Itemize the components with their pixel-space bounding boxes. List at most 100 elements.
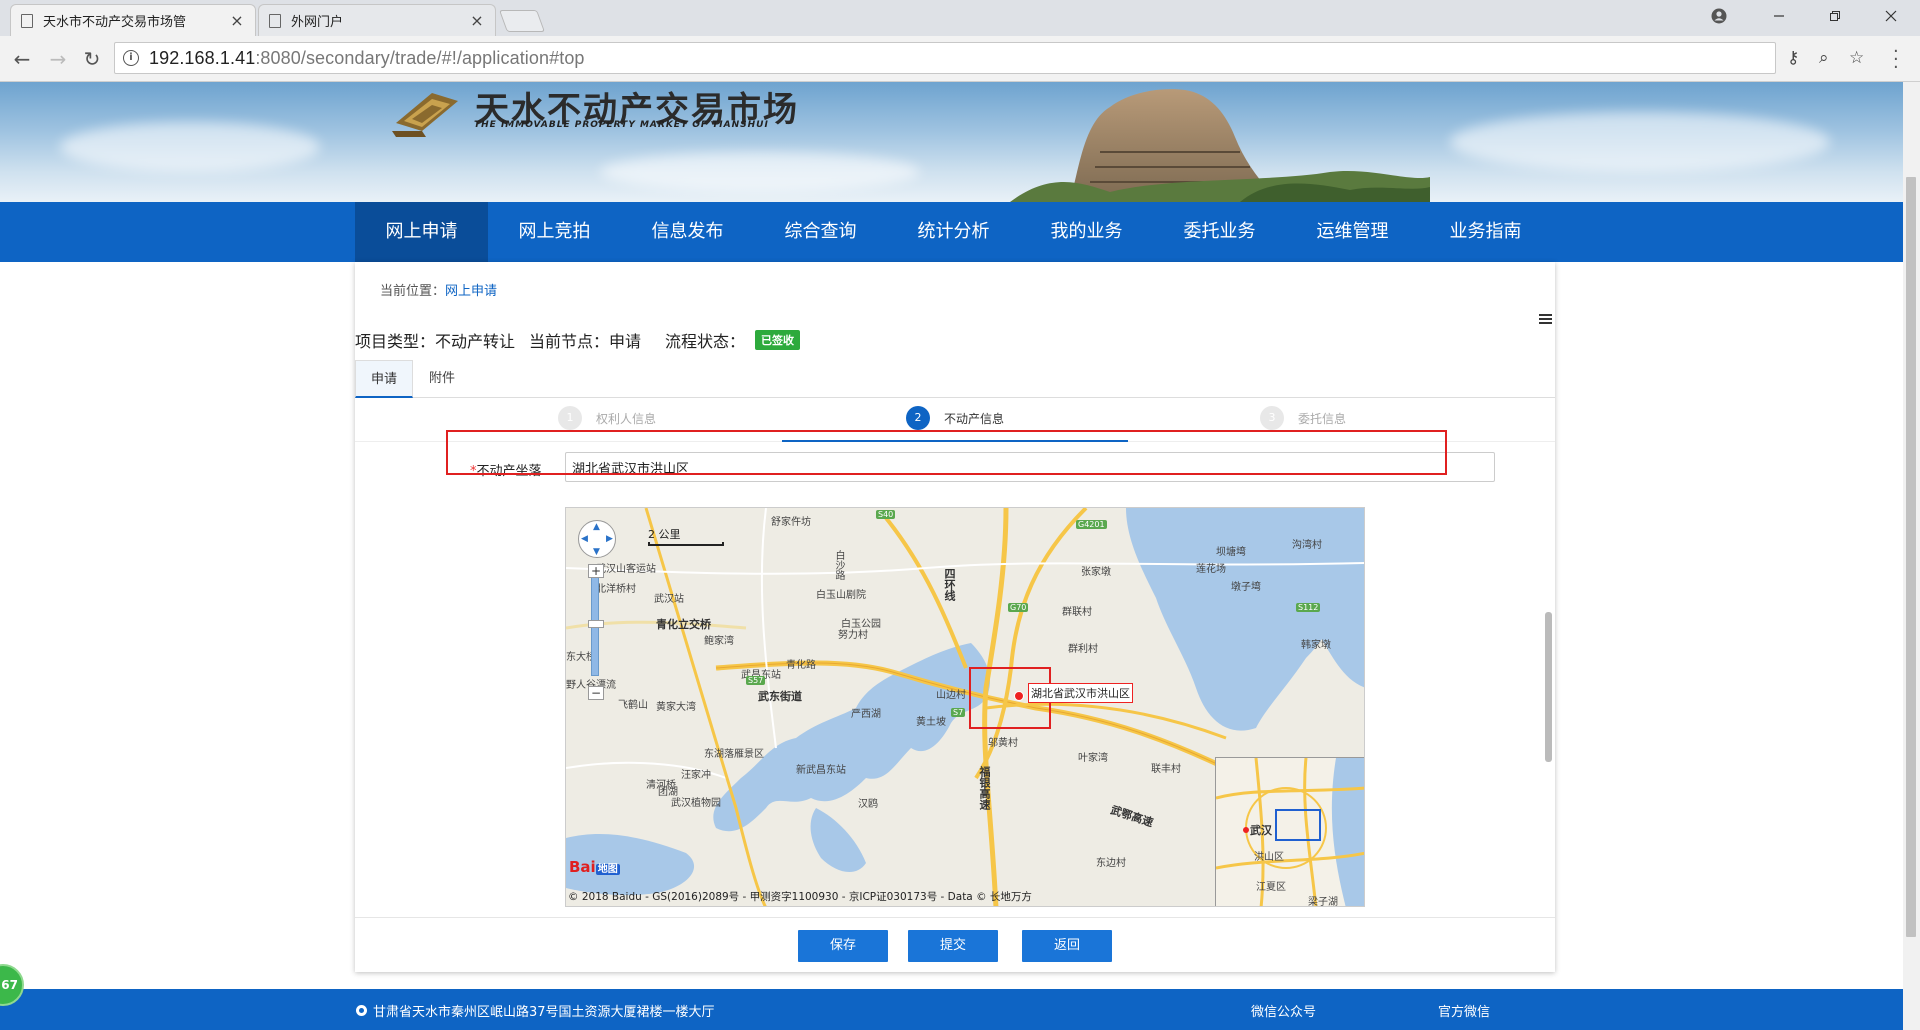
nav-item-entrusted[interactable]: 委托业务 — [1153, 202, 1286, 262]
map-overview[interactable]: 武汉 洪山区 江夏区 梁子湖 — [1215, 757, 1364, 906]
baidu-logo-suffix: 地图 — [595, 864, 620, 875]
overview-label: 武汉 — [1250, 824, 1272, 837]
map-label: 舒家仵坊 — [771, 517, 811, 528]
document-icon — [21, 13, 33, 28]
map-zoom-handle[interactable] — [588, 620, 604, 628]
map-label: 飞鹤山 — [618, 700, 648, 711]
close-icon[interactable] — [1868, 0, 1914, 32]
map-label: 坝塘塆 — [1216, 547, 1246, 558]
footer-address: 甘肃省天水市秦州区岷山路37号国土资源大厦裙楼一楼大厅 — [356, 1001, 715, 1020]
minimize-icon[interactable] — [1756, 0, 1802, 32]
back-arrow-icon[interactable]: ← — [10, 47, 34, 71]
site-logo-subtitle: THE IMMOVABLE PROPERTY MARKET OF TIANSHU… — [474, 120, 769, 130]
map-label: 邬黄村 — [988, 738, 1018, 749]
save-button[interactable]: 保存 — [798, 930, 888, 962]
road-tag: S57 — [746, 676, 766, 685]
nav-item-query[interactable]: 综合查询 — [754, 202, 887, 262]
overview-label: 洪山区 — [1254, 852, 1284, 863]
footer-official-wechat[interactable]: 官方微信 — [1438, 1001, 1490, 1020]
map-label: 东边村 — [1096, 858, 1126, 869]
map-label: 武汉山客运站 — [596, 564, 656, 575]
map-label: 青化立交桥 — [656, 618, 711, 631]
zoom-icon[interactable]: ⌕ — [1819, 48, 1829, 68]
browser-menu-icon[interactable]: · · · — [1893, 43, 1899, 77]
forward-arrow-icon[interactable]: → — [46, 47, 70, 71]
breadcrumb: 当前位置：网上申请 — [380, 280, 497, 299]
mountain-photo — [1010, 89, 1430, 202]
profile-icon[interactable] — [1696, 0, 1742, 32]
nav-item-online-apply[interactable]: 网上申请 — [355, 202, 488, 262]
map-marker-label: 湖北省武汉市洪山区 — [1028, 683, 1133, 703]
road-tag: G70 — [1008, 603, 1029, 612]
reload-icon[interactable]: ↻ — [80, 47, 104, 71]
panel-scrollbar[interactable] — [1545, 612, 1552, 762]
browser-tab-active[interactable]: 天水市不动产交易市场管 × — [10, 4, 256, 36]
tab-title: 天水市不动产交易市场管 — [43, 15, 187, 30]
nav-item-ops[interactable]: 运维管理 — [1286, 202, 1419, 262]
location-pin-icon — [356, 1005, 367, 1016]
main-nav: 网上申请 网上竞拍 信息发布 综合查询 统计分析 我的业务 委托业务 运维管理 … — [0, 202, 1920, 262]
breadcrumb-link[interactable]: 网上申请 — [445, 284, 497, 299]
map[interactable]: 舒家仵坊 白玉山剧院 白玉公园 武汉站 青化立交桥 鲍家湾 武昌东站 武东街道 … — [565, 507, 1365, 907]
info-icon[interactable]: i — [123, 50, 139, 66]
site-logo-icon — [392, 93, 458, 137]
map-label: 沟湾村 — [1292, 540, 1322, 551]
document-icon — [269, 13, 281, 28]
tab-close-icon[interactable]: × — [229, 11, 245, 30]
browser-tab[interactable]: 外网门户 × — [258, 4, 496, 36]
page-scrollbar[interactable] — [1903, 82, 1920, 1030]
map-pan-control[interactable]: ▲ ▼ ◀ ▶ — [578, 520, 616, 558]
bookmark-star-icon[interactable]: ☆ — [1849, 48, 1864, 68]
submit-button[interactable]: 提交 — [908, 930, 998, 962]
map-marker-icon[interactable] — [1014, 691, 1024, 701]
map-label: 白沙路 — [833, 550, 844, 580]
map-label: 汪家冲 — [681, 770, 711, 781]
step-number: 1 — [558, 406, 582, 430]
list-menu-icon[interactable] — [1539, 314, 1552, 325]
site-footer: 甘肃省天水市秦州区岷山路37号国土资源大厦裙楼一楼大厅 微信公众号 官方微信 — [0, 989, 1920, 1030]
tab-title: 外网门户 — [291, 15, 344, 30]
step-1[interactable]: 1 权利人信息 — [558, 406, 656, 430]
tab-close-icon[interactable]: × — [469, 11, 485, 30]
nav-item-info-release[interactable]: 信息发布 — [621, 202, 754, 262]
footer-address-text: 甘肃省天水市秦州区岷山路37号国土资源大厦裙楼一楼大厅 — [373, 1005, 715, 1020]
map-label: 联丰村 — [1151, 764, 1181, 775]
overview-label: 江夏区 — [1256, 882, 1286, 893]
project-info: 项目类型：不动产转让 当前节点：申请 流程状态： 已签收 — [355, 328, 806, 352]
map-scale-label: 2 公里 — [648, 528, 681, 541]
map-label: 鲍家湾 — [704, 636, 734, 647]
nav-item-online-auction[interactable]: 网上竞拍 — [488, 202, 621, 262]
footer-wechat-public[interactable]: 微信公众号 — [1251, 1001, 1316, 1020]
breadcrumb-prefix: 当前位置： — [380, 284, 446, 299]
restore-icon[interactable] — [1812, 0, 1858, 32]
map-label: 莲花场 — [1196, 564, 1226, 575]
new-tab-button[interactable] — [498, 10, 546, 32]
map-label: 叶家湾 — [1078, 753, 1108, 764]
page: 天水不动产交易市场 THE IMMOVABLE PROPERTY MARKET … — [0, 82, 1920, 1030]
highlight-box — [446, 430, 1447, 475]
site-banner: 天水不动产交易市场 THE IMMOVABLE PROPERTY MARKET … — [0, 82, 1920, 202]
step-3[interactable]: 3 委托信息 — [1260, 406, 1346, 430]
nav-item-statistics[interactable]: 统计分析 — [887, 202, 1020, 262]
nav-item-guide[interactable]: 业务指南 — [1419, 202, 1552, 262]
address-bar-row: ← → ↻ i 192.168.1.41:8080/secondary/trad… — [0, 36, 1920, 82]
map-copyright: © 2018 Baidu - GS(2016)2089号 - 甲测资字11009… — [568, 891, 1032, 903]
map-label: 群利村 — [1068, 644, 1098, 655]
map-zoom-out-button[interactable]: − — [588, 686, 604, 700]
map-zoom-in-button[interactable]: + — [588, 564, 604, 578]
key-icon[interactable]: ⚷ — [1787, 48, 1799, 68]
back-button[interactable]: 返回 — [1022, 930, 1112, 962]
browser-tab-bar: 天水市不动产交易市场管 × 外网门户 × — [0, 0, 1920, 36]
baidu-logo: Bai 地图 — [569, 858, 620, 876]
map-label: 努力村 — [838, 630, 868, 641]
page-scrollbar-thumb[interactable] — [1906, 177, 1916, 937]
nav-item-my-business[interactable]: 我的业务 — [1020, 202, 1153, 262]
tab-attachments[interactable]: 附件 — [413, 360, 471, 398]
road-tag: G4201 — [1076, 520, 1107, 529]
current-node: 当前节点：申请 — [529, 332, 642, 351]
url-field[interactable]: i 192.168.1.41:8080/secondary/trade/#!/a… — [114, 42, 1864, 74]
step-2[interactable]: 2 不动产信息 — [906, 406, 1004, 430]
map-label: 福银高速 — [978, 766, 991, 810]
tab-apply[interactable]: 申请 — [355, 360, 413, 398]
map-label: 墩子塆 — [1231, 582, 1261, 593]
